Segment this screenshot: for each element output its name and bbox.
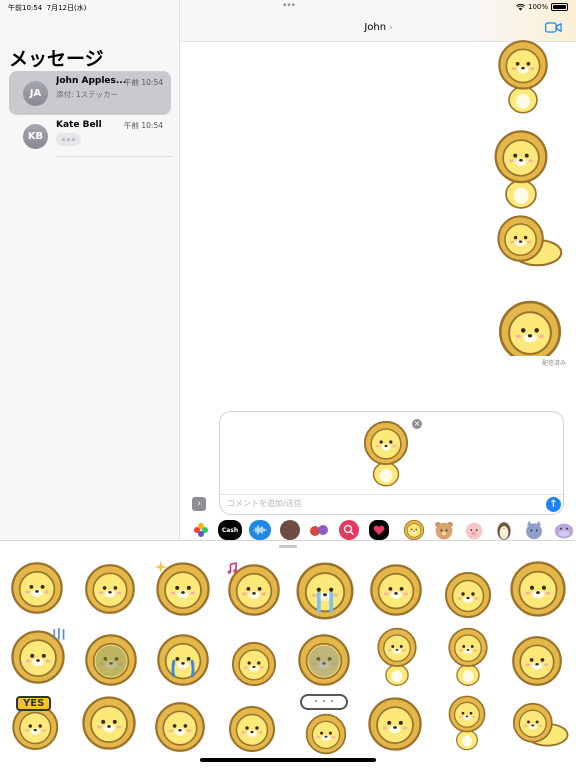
conversation-title[interactable]: John › xyxy=(181,22,576,33)
sticker-lion-standing[interactable] xyxy=(492,128,550,220)
sticker-lion-happy[interactable] xyxy=(226,640,282,688)
wifi-icon xyxy=(515,3,525,11)
divider xyxy=(56,156,172,157)
avatar: KB xyxy=(23,124,48,149)
conversation-time: 午前 10:54 xyxy=(124,121,163,130)
home-indicator[interactable] xyxy=(200,758,376,762)
status-time: 午前10:54 7月12日(水) xyxy=(8,4,87,12)
memoji-app-icon[interactable] xyxy=(280,520,300,540)
video-call-icon[interactable] xyxy=(545,22,562,33)
search-images-app-icon[interactable] xyxy=(339,520,359,540)
sticker-lion-gloom[interactable] xyxy=(8,628,68,686)
sticker-lion-sweat[interactable] xyxy=(440,570,496,620)
photos-app-icon[interactable] xyxy=(191,520,211,540)
sticker-lion-standing[interactable] xyxy=(496,38,550,124)
battery-percent: 100% xyxy=(527,3,548,11)
sticker-lion-dizzy[interactable] xyxy=(8,560,66,616)
avatar: JA xyxy=(23,81,48,106)
sticker-lion-peek[interactable] xyxy=(150,700,210,754)
sticker-lion-music[interactable] xyxy=(224,562,284,618)
cat-sticker-app-icon[interactable] xyxy=(523,519,545,541)
penguin-sticker-app-icon[interactable] xyxy=(493,519,515,541)
conversation-preview: 添付: 1ステッカー xyxy=(56,90,119,99)
hippo-sticker-app-icon[interactable] xyxy=(553,519,575,541)
keyboard-grabber[interactable] xyxy=(279,545,297,548)
lion-face xyxy=(305,713,347,755)
sticker-lion-wave[interactable] xyxy=(78,694,140,752)
sticker-lion-speech[interactable]: ・・・ xyxy=(294,692,356,755)
sticker-lion-crying[interactable] xyxy=(294,560,356,622)
sticker-lion-lying[interactable] xyxy=(510,700,570,748)
conversation-name: Kate Bell xyxy=(56,120,102,130)
sticker-lion-smile-2[interactable] xyxy=(508,634,566,688)
animoji-app-icon[interactable] xyxy=(309,520,329,540)
sticker-lion-walk[interactable] xyxy=(438,694,496,754)
attached-sticker-preview xyxy=(357,419,415,491)
divider xyxy=(220,494,563,495)
chevron-right-icon: › xyxy=(389,23,393,33)
conversation-item-kate[interactable]: KB Kate Bell 午前 10:54 xyxy=(9,114,171,158)
speech-bubble: ・・・ xyxy=(300,694,348,710)
sticker-lion-shadow[interactable] xyxy=(294,632,354,688)
lion-sticker-app-icon[interactable] xyxy=(403,519,425,541)
sticker-lion-grin[interactable] xyxy=(224,704,280,754)
delivered-status: 配信済み xyxy=(541,360,566,367)
sticker-lion-standing[interactable] xyxy=(370,626,424,690)
sticker-lion-lying[interactable] xyxy=(494,212,564,268)
sticker-lion-yes[interactable]: YES xyxy=(6,694,68,752)
pig-sticker-app-icon[interactable] xyxy=(463,519,485,541)
status-right: 100% xyxy=(515,3,568,11)
apple-cash-app-icon[interactable]: Cash xyxy=(218,520,242,540)
sticker-lion-standing-2[interactable] xyxy=(440,626,496,690)
multitasking-dots-icon[interactable]: ••• xyxy=(282,1,296,11)
remove-attachment-button[interactable]: × xyxy=(412,419,422,429)
send-button[interactable]: ↑ xyxy=(546,497,561,512)
sticker-lion-tears[interactable] xyxy=(152,632,214,688)
sticker-lion-swirl[interactable] xyxy=(366,562,426,618)
sticker-lion-smile[interactable] xyxy=(80,562,140,616)
message-input[interactable]: コメントを追加/送信 xyxy=(227,498,302,509)
yes-badge: YES xyxy=(16,696,52,711)
typing-indicator xyxy=(56,133,81,146)
battery-icon xyxy=(551,3,568,11)
sticker-lion-sparkle[interactable] xyxy=(152,560,214,618)
conversation-time: 午前 10:54 xyxy=(124,78,163,87)
sticker-lion-ok[interactable] xyxy=(508,558,568,620)
sidebar-title: メッセージ xyxy=(9,48,104,70)
app-drawer: Cash xyxy=(181,515,576,541)
sticker-lion-cub[interactable] xyxy=(366,694,424,754)
audio-message-app-icon[interactable] xyxy=(249,520,271,540)
conversation-name: John Apples... xyxy=(56,76,126,86)
conversation-item-john[interactable]: JA John Apples... 午前 10:54 添付: 1ステッカー xyxy=(9,71,171,115)
status-bar: 午前10:54 7月12日(水) ••• 100% xyxy=(0,0,576,14)
sticker-lion-dark-face[interactable] xyxy=(80,632,142,688)
conversation-list-sidebar: メッセージ JA John Apples... 午前 10:54 添付: 1ステ… xyxy=(0,0,180,540)
bear-sticker-app-icon[interactable] xyxy=(433,519,455,541)
sticker-lion-peek[interactable] xyxy=(496,298,564,356)
digital-touch-app-icon[interactable] xyxy=(369,520,389,540)
app-drawer-toggle-button[interactable]: › xyxy=(192,497,206,511)
